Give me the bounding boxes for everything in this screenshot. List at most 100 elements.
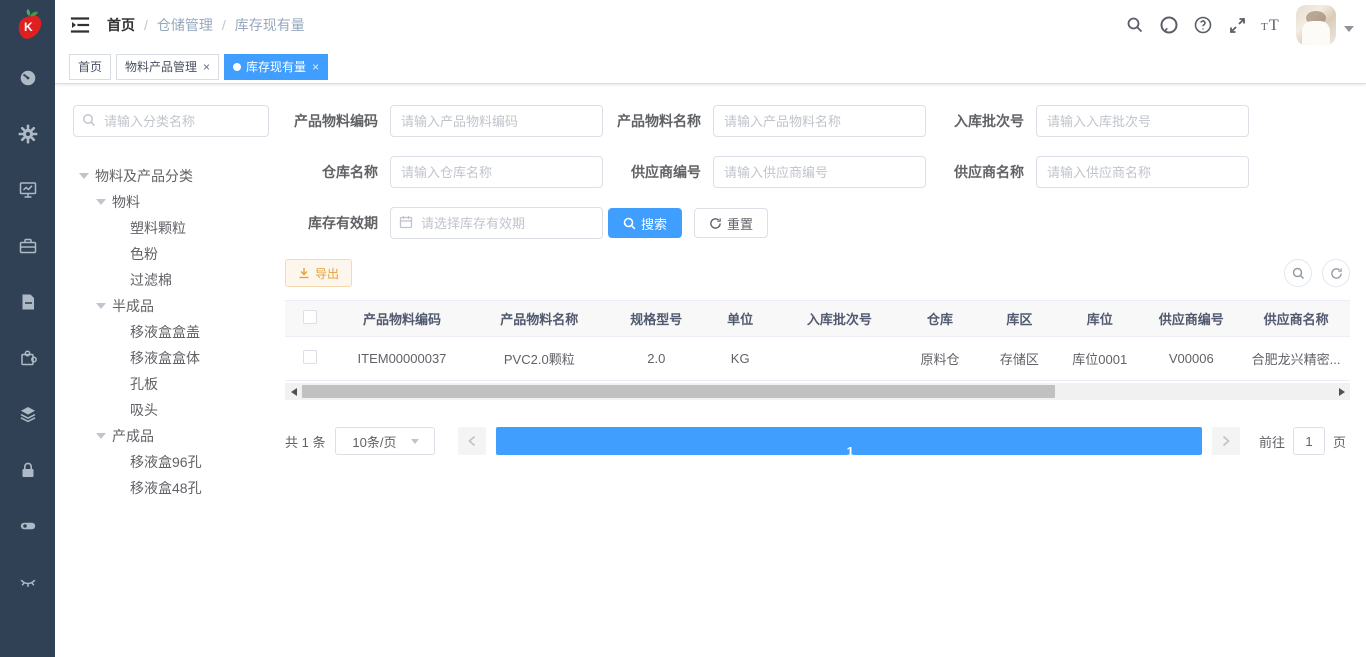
table-horizontal-scrollbar[interactable] — [285, 383, 1350, 400]
tab-inventory-on-hand[interactable]: 库存现有量 × — [224, 54, 328, 80]
search-icon — [82, 113, 96, 132]
sidebar-item-settings[interactable] — [0, 106, 55, 162]
app-logo[interactable]: K — [0, 0, 55, 50]
tree-expand-icon[interactable] — [96, 303, 106, 309]
tab-home[interactable]: 首页 — [69, 54, 111, 80]
page-body: 物料及产品分类 物料 塑料颗粒 色粉 过滤棉 半成品 — [55, 84, 1366, 657]
layers-icon — [18, 404, 38, 424]
navbar-right-actions: T T — [1118, 0, 1366, 50]
cell-inbound-batch — [778, 337, 900, 381]
tree-node-box-48[interactable]: 移液盒48孔 — [73, 475, 269, 501]
cell-storage-bin: 库位0001 — [1059, 337, 1140, 381]
supplier-name-input[interactable] — [1036, 156, 1249, 188]
cell-item-code: ITEM00000037 — [336, 337, 468, 381]
table-tools — [1284, 259, 1350, 287]
breadcrumb-warehouse: 仓储管理 — [157, 15, 213, 35]
tree-expand-icon[interactable] — [96, 199, 106, 205]
table-row[interactable]: ITEM00000037 PVC2.0颗粒 2.0 KG 原料仓 存储区 库位0… — [285, 337, 1350, 381]
pagination-total: 共 1 条 — [285, 432, 325, 451]
stock-expiry-date-input[interactable] — [390, 207, 603, 239]
tree-node-finished[interactable]: 产成品 — [73, 423, 269, 449]
tree-node-label: 移液盒96孔 — [130, 452, 202, 472]
tree-expand-icon[interactable] — [79, 173, 89, 179]
reset-button-label: 重置 — [727, 214, 753, 233]
tree-node-semi-finished[interactable]: 半成品 — [73, 293, 269, 319]
scroll-left-arrow-icon[interactable] — [285, 383, 302, 400]
select-all-checkbox[interactable] — [303, 310, 317, 324]
refresh-table-button[interactable] — [1322, 259, 1350, 287]
warehouse-name-input[interactable] — [390, 156, 603, 188]
sidebar-collapse-icon[interactable] — [69, 14, 91, 36]
sidebar-item-puzzle[interactable] — [0, 330, 55, 386]
tree-node-hole-plate[interactable]: 孔板 — [73, 371, 269, 397]
tree-node-label: 产成品 — [112, 426, 154, 446]
fullscreen-icon[interactable] — [1220, 0, 1254, 50]
search-icon — [623, 217, 636, 230]
export-button-label: 导出 — [315, 265, 339, 282]
header-search-icon[interactable] — [1118, 0, 1152, 50]
col-warehouse: 仓库 — [900, 301, 979, 337]
tree-node-box-body[interactable]: 移液盒盒体 — [73, 345, 269, 371]
tree-expand-icon[interactable] — [96, 433, 106, 439]
search-button[interactable]: 搜索 — [608, 208, 682, 238]
item-code-input[interactable] — [390, 105, 603, 137]
cell-warehouse: 原料仓 — [900, 337, 979, 381]
tab-close-icon[interactable]: × — [312, 61, 319, 73]
tree-node-material[interactable]: 物料 — [73, 189, 269, 215]
sidebar-item-eye-closed[interactable] — [0, 554, 55, 610]
page-number-button[interactable]: 1 — [496, 427, 1202, 455]
github-icon[interactable] — [1152, 0, 1186, 50]
item-name-input[interactable] — [713, 105, 926, 137]
help-icon[interactable] — [1186, 0, 1220, 50]
avatar[interactable] — [1296, 5, 1336, 45]
scrollbar-track[interactable] — [302, 383, 1333, 400]
cell-supplier-name: 合肥龙兴精密... — [1242, 337, 1350, 381]
tree-node-plastic-pellets[interactable]: 塑料颗粒 — [73, 215, 269, 241]
app-sidebar: K — [0, 0, 55, 657]
tree-node-pigment[interactable]: 色粉 — [73, 241, 269, 267]
scrollbar-thumb[interactable] — [302, 385, 1055, 398]
sidebar-item-document[interactable] — [0, 274, 55, 330]
page-size-select[interactable]: 10条/页 — [335, 427, 435, 455]
tree-node-root[interactable]: 物料及产品分类 — [73, 163, 269, 189]
tree-node-box-lid[interactable]: 移液盒盒盖 — [73, 319, 269, 345]
inbound-batch-input[interactable] — [1036, 105, 1249, 137]
tree-node-box-96[interactable]: 移液盒96孔 — [73, 449, 269, 475]
tree-node-filter-cotton[interactable]: 过滤棉 — [73, 267, 269, 293]
tab-label: 物料产品管理 — [125, 58, 197, 75]
row-checkbox[interactable] — [303, 350, 317, 364]
reset-button[interactable]: 重置 — [694, 208, 768, 238]
category-tree: 物料及产品分类 物料 塑料颗粒 色粉 过滤棉 半成品 — [73, 163, 269, 501]
field-supplier-name: 供应商名称 — [931, 156, 1254, 188]
sidebar-item-toggle[interactable] — [0, 498, 55, 554]
sidebar-item-layers[interactable] — [0, 386, 55, 442]
category-tree-panel: 物料及产品分类 物料 塑料颗粒 色粉 过滤棉 半成品 — [73, 105, 269, 657]
font-size-icon[interactable]: T T — [1254, 0, 1288, 50]
cell-unit: KG — [702, 337, 778, 381]
toggle-search-button[interactable] — [1284, 259, 1312, 287]
tree-node-tip[interactable]: 吸头 — [73, 397, 269, 423]
export-button[interactable]: 导出 — [285, 259, 352, 287]
search-button-label: 搜索 — [641, 214, 667, 233]
sidebar-item-lock[interactable] — [0, 442, 55, 498]
goto-page-input[interactable] — [1293, 427, 1325, 455]
tree-node-label: 孔板 — [130, 374, 158, 394]
svg-text:K: K — [24, 20, 33, 34]
supplier-code-input[interactable] — [713, 156, 926, 188]
svg-text:T: T — [1261, 21, 1268, 33]
field-item-name: 产品物料名称 — [608, 105, 931, 137]
puzzle-icon — [18, 348, 38, 368]
breadcrumb-home[interactable]: 首页 — [107, 15, 135, 35]
field-label: 产品物料名称 — [608, 111, 713, 131]
tab-material-product-mgmt[interactable]: 物料产品管理 × — [116, 54, 219, 80]
sidebar-item-monitor[interactable] — [0, 162, 55, 218]
tab-close-icon[interactable]: × — [203, 61, 210, 73]
prev-page-button[interactable] — [458, 427, 486, 455]
tree-node-label: 移液盒48孔 — [130, 478, 202, 498]
scroll-right-arrow-icon[interactable] — [1333, 383, 1350, 400]
user-menu[interactable] — [1296, 5, 1354, 45]
sidebar-item-briefcase[interactable] — [0, 218, 55, 274]
sidebar-item-dashboard[interactable] — [0, 50, 55, 106]
category-search-input[interactable] — [73, 105, 269, 137]
next-page-button[interactable] — [1212, 427, 1240, 455]
